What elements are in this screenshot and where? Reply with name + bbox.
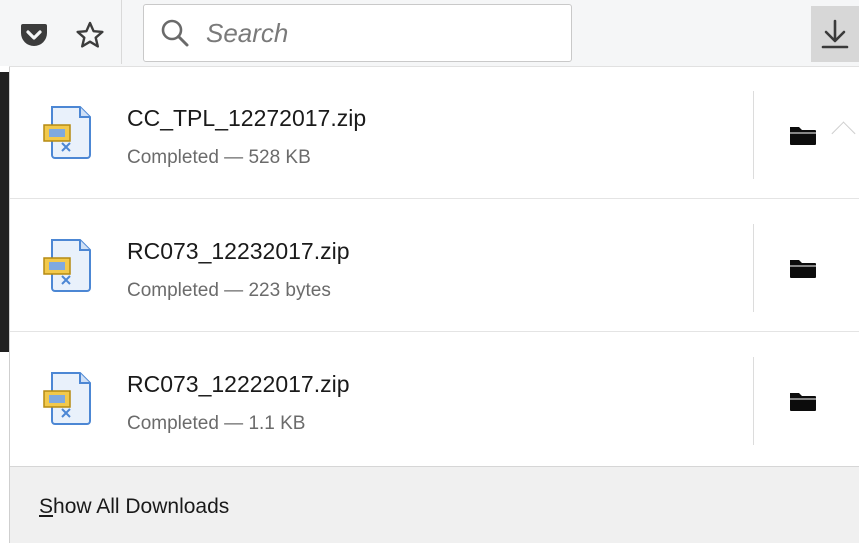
- page-dark-edge: [0, 72, 9, 352]
- search-input[interactable]: [204, 16, 548, 50]
- folder-icon: [790, 127, 816, 145]
- zip-file-icon: [43, 372, 91, 425]
- folder-icon: [790, 393, 816, 411]
- pocket-icon: [21, 24, 47, 46]
- star-icon: [76, 21, 104, 48]
- bookmark-star-button[interactable]: [68, 14, 112, 56]
- file-name: RC073_12232017.zip: [127, 238, 350, 264]
- pocket-button[interactable]: [12, 14, 56, 56]
- file-name: RC073_12222017.zip: [127, 371, 350, 397]
- open-folder-button[interactable]: [788, 254, 818, 282]
- download-item[interactable]: RC073_12222017.zip Completed — 1.1 KB: [10, 333, 859, 465]
- search-box[interactable]: [143, 4, 572, 62]
- show-all-downloads-label: Show All Downloads: [39, 495, 229, 519]
- toolbar-divider: [121, 0, 122, 64]
- download-item[interactable]: CC_TPL_12272017.zip Completed — 528 KB: [10, 67, 859, 199]
- download-arrow-icon: [821, 19, 849, 49]
- show-all-downloads-button[interactable]: Show All Downloads: [10, 466, 859, 543]
- download-item[interactable]: RC073_12232017.zip Completed — 223 bytes: [10, 200, 859, 332]
- zip-file-icon: [43, 106, 91, 159]
- downloads-button[interactable]: [811, 6, 859, 62]
- item-divider: [753, 357, 754, 445]
- page-background: [0, 66, 9, 543]
- download-status: Completed — 1.1 KB: [127, 413, 306, 434]
- download-status: Completed — 528 KB: [127, 147, 311, 168]
- file-name: CC_TPL_12272017.zip: [127, 105, 367, 131]
- folder-icon: [790, 260, 816, 278]
- item-divider: [753, 224, 754, 312]
- accesskey-letter: S: [39, 495, 54, 518]
- browser-toolbar: [0, 0, 859, 67]
- download-status: Completed — 223 bytes: [127, 280, 331, 301]
- show-all-label-rest: how All Downloads: [53, 495, 230, 518]
- downloads-panel: CC_TPL_12272017.zip Completed — 528 KB R…: [9, 67, 859, 543]
- open-folder-button[interactable]: [788, 387, 818, 415]
- search-icon: [160, 18, 190, 48]
- open-folder-button[interactable]: [788, 121, 818, 149]
- zip-file-icon: [43, 239, 91, 292]
- item-divider: [753, 91, 754, 179]
